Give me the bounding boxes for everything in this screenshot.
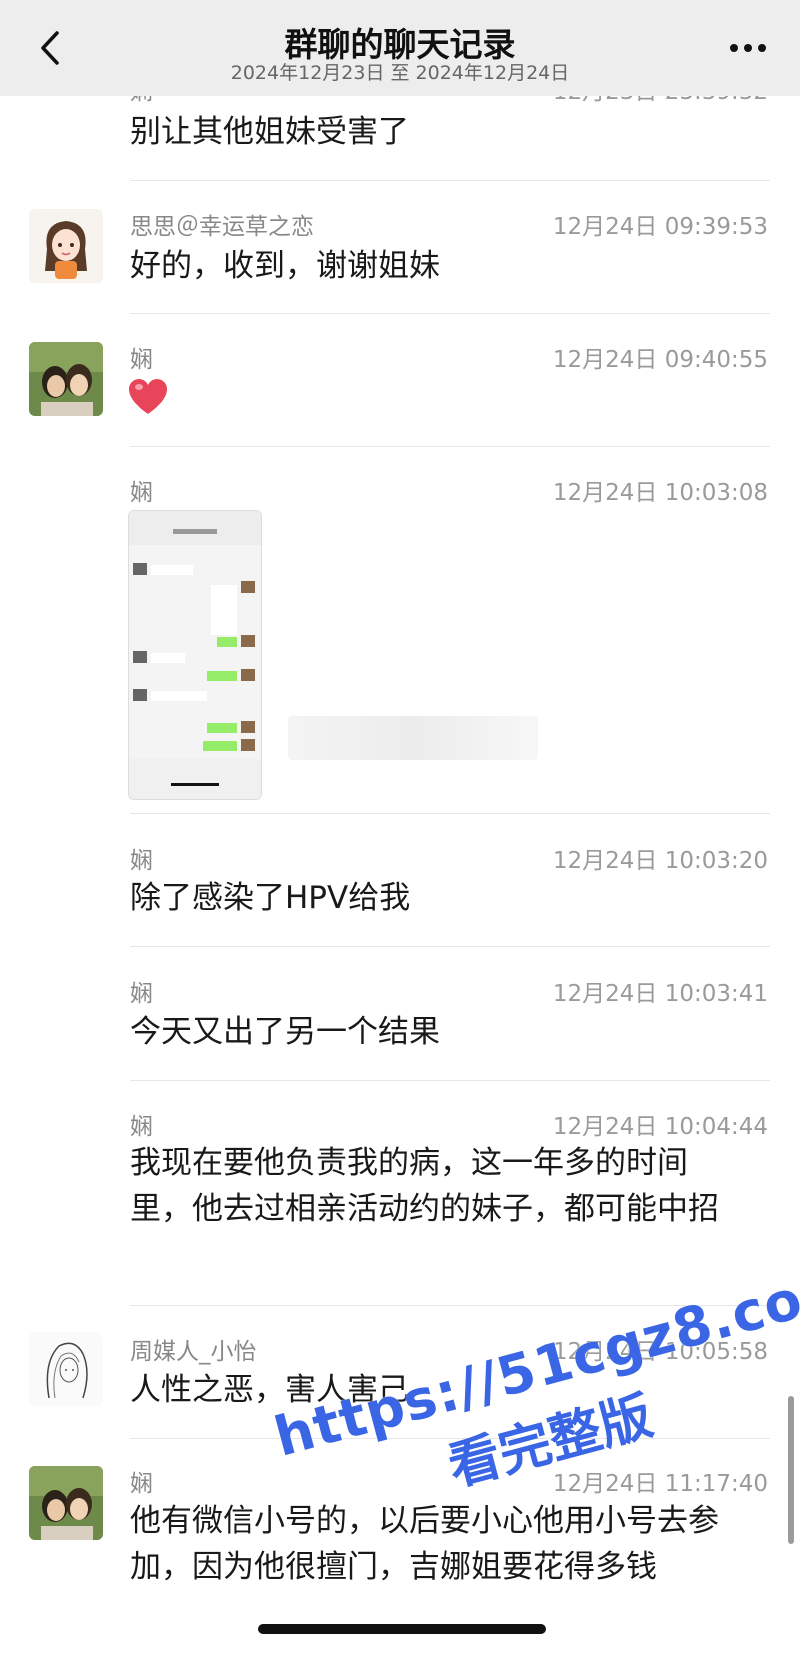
message-text[interactable]: 好的，收到，谢谢姐妹: [130, 242, 750, 290]
message-list: 娴 12月23日 23:39:32 别让其他姐妹受害了 思思＠幸运草之恋 12月…: [0, 0, 800, 1658]
divider: [130, 1080, 770, 1081]
sender-name: 娴: [130, 848, 153, 874]
avatar[interactable]: [29, 1466, 103, 1540]
home-indicator[interactable]: [258, 1624, 546, 1634]
message-time: 12月24日 09:39:53: [552, 214, 768, 240]
divider: [130, 813, 770, 814]
date-range: 2024年12月23日 至 2024年12月24日: [230, 62, 570, 84]
message-time: 12月24日 10:03:41: [552, 981, 768, 1007]
sketch-avatar: [29, 1332, 103, 1406]
heart-emoji-icon: [128, 378, 168, 420]
divider: [130, 1438, 770, 1439]
message-text[interactable]: 人性之恶，害人害己: [130, 1366, 750, 1414]
sender-name: 娴: [130, 1471, 153, 1497]
divider: [130, 446, 770, 447]
sender-name: 思思＠幸运草之恋: [130, 214, 314, 240]
image-message-thumbnail[interactable]: [128, 510, 262, 800]
blurred-region: [288, 716, 538, 760]
avatar[interactable]: [29, 1332, 103, 1406]
divider: [130, 313, 770, 314]
message-time: 12月24日 10:05:58: [552, 1339, 768, 1365]
sender-name: 娴: [130, 480, 153, 506]
sender-name: 娴: [130, 347, 153, 373]
divider: [130, 180, 770, 181]
message-text[interactable]: 今天又出了另一个结果: [130, 1008, 750, 1056]
sender-name: 娴: [130, 1114, 153, 1140]
message-time: 12月24日 10:04:44: [552, 1114, 768, 1140]
avatar[interactable]: [29, 209, 103, 283]
message-text[interactable]: 除了感染了HPV给我: [130, 874, 750, 922]
photo-avatar: [29, 342, 103, 416]
chat-screenshot-image: [129, 511, 261, 799]
more-button[interactable]: [724, 28, 772, 68]
sender-name: 娴: [130, 981, 153, 1007]
avatar[interactable]: [29, 342, 103, 416]
sender-name: 周媒人_小怡: [130, 1339, 257, 1365]
message-time: 12月24日 10:03:20: [552, 848, 768, 874]
scrollbar[interactable]: [788, 1396, 794, 1544]
message-time: 12月24日 11:17:40: [552, 1471, 768, 1497]
message-text[interactable]: 他有微信小号的，以后要小心他用小号去参加，因为他很擅门，吉娜姐要花得多钱: [130, 1498, 730, 1590]
cartoon-girl-avatar: [29, 209, 103, 283]
message-text[interactable]: 别让其他姐妹受害了: [130, 108, 750, 156]
divider: [130, 946, 770, 947]
divider: [130, 1305, 770, 1306]
photo-avatar: [29, 1466, 103, 1540]
message-time: 12月24日 10:03:08: [552, 480, 768, 506]
message-text[interactable]: 我现在要他负责我的病，这一年多的时间里，他去过相亲活动约的妹子，都可能中招: [130, 1140, 730, 1232]
message-time: 12月24日 09:40:55: [552, 347, 768, 373]
more-dots-icon: [730, 44, 766, 52]
nav-header: 群聊的聊天记录 2024年12月23日 至 2024年12月24日: [0, 0, 800, 96]
